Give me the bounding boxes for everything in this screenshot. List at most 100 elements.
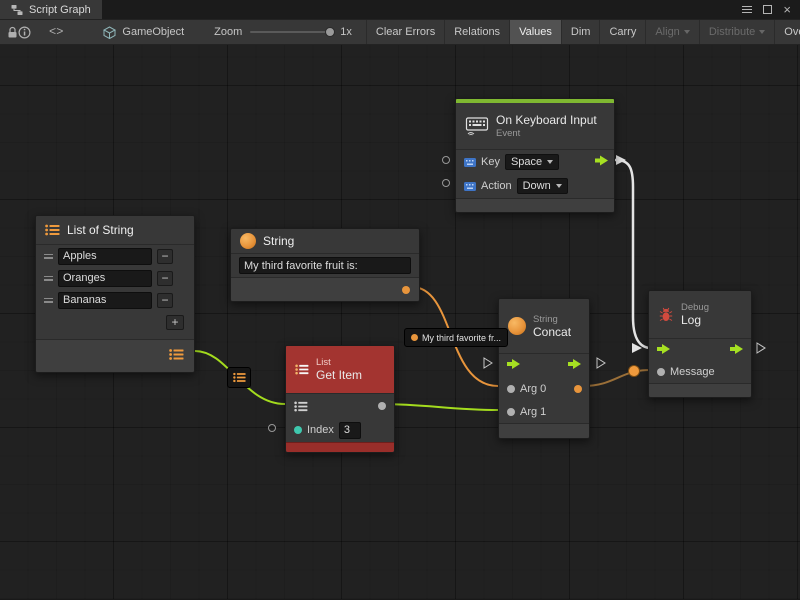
node-get-item[interactable]: List Get Item Index xyxy=(285,345,395,453)
keyboard-action-port[interactable] xyxy=(442,179,450,187)
list-output-port[interactable] xyxy=(169,349,184,364)
key-icon xyxy=(464,182,476,191)
hollow-flow-triangle xyxy=(757,343,765,353)
window-controls: × xyxy=(742,0,800,19)
list-item-input[interactable] xyxy=(58,270,152,287)
string-value-dot xyxy=(411,334,418,341)
chevron-down-icon xyxy=(547,160,553,164)
string-type-icon xyxy=(240,233,256,249)
distribute-button[interactable]: Distribute xyxy=(699,20,774,44)
arg0-input-port[interactable] xyxy=(507,385,515,393)
drag-handle-icon[interactable] xyxy=(44,252,53,261)
node-string-literal[interactable]: String xyxy=(230,228,420,302)
info-icon[interactable] xyxy=(18,20,31,44)
tab-title: Script Graph xyxy=(29,4,91,16)
graph-toolbar: <> GameObject Zoom 1x Clear Errors Relat… xyxy=(0,19,800,45)
string-value-preview: My third favorite fr... xyxy=(422,333,501,343)
keyboard-key-port[interactable] xyxy=(442,156,450,164)
graph-canvas[interactable]: On Keyboard Input Event Key Space Action… xyxy=(0,45,800,599)
hollow-flow-triangle xyxy=(484,358,492,368)
arg1-input-port[interactable] xyxy=(507,408,515,416)
gameobject-label: GameObject xyxy=(122,26,184,38)
result-output-port[interactable] xyxy=(574,385,582,393)
message-label: Message xyxy=(670,366,715,378)
item-output-port[interactable] xyxy=(378,402,386,410)
node-on-keyboard-input[interactable]: On Keyboard Input Event Key Space Action… xyxy=(455,98,615,213)
trigger-input-port[interactable] xyxy=(507,359,520,372)
toolbar-buttons: Clear Errors Relations Values Dim Carry … xyxy=(366,20,800,44)
arg1-label: Arg 1 xyxy=(520,406,546,418)
add-item-button[interactable]: + xyxy=(166,315,184,330)
gameobject-cube-icon xyxy=(103,26,116,39)
list-item-input[interactable] xyxy=(58,292,152,309)
dim-button[interactable]: Dim xyxy=(561,20,600,44)
drag-handle-icon[interactable] xyxy=(44,274,53,283)
trigger-output-port[interactable] xyxy=(568,359,581,372)
bug-icon xyxy=(658,307,674,323)
wire-getitem-to-concat-arg1[interactable] xyxy=(380,404,498,410)
node-debug-log[interactable]: Debug Log Message xyxy=(648,290,752,398)
remove-item-button[interactable]: − xyxy=(157,271,173,286)
drag-handle-icon[interactable] xyxy=(44,296,53,305)
chevron-down-icon xyxy=(556,184,562,188)
window-menu-icon[interactable] xyxy=(742,4,752,15)
keyboard-icon xyxy=(465,117,489,136)
align-button[interactable]: Align xyxy=(645,20,698,44)
lock-icon[interactable] xyxy=(7,20,18,44)
list-icon xyxy=(233,372,246,383)
values-button[interactable]: Values xyxy=(509,20,561,44)
value-bubble-string: My third favorite fr... xyxy=(404,328,508,347)
trigger-output-port[interactable] xyxy=(730,344,743,357)
clear-errors-button[interactable]: Clear Errors xyxy=(366,20,444,44)
relations-button[interactable]: Relations xyxy=(444,20,509,44)
string-type-icon xyxy=(508,317,526,335)
zoom-slider-thumb[interactable] xyxy=(325,27,335,37)
string-output-port[interactable] xyxy=(402,286,410,294)
key-row-label: Key xyxy=(481,156,500,168)
index-input-port[interactable] xyxy=(294,426,302,434)
index-input[interactable] xyxy=(339,422,361,439)
action-dropdown[interactable]: Down xyxy=(517,178,568,194)
remove-item-button[interactable]: − xyxy=(157,293,173,308)
index-label: Index xyxy=(307,424,334,436)
node-category: String xyxy=(533,314,571,325)
node-title: String xyxy=(263,234,294,248)
error-footer-bar xyxy=(286,442,394,452)
wire-concat-to-log-message[interactable] xyxy=(583,370,650,386)
trigger-input-port[interactable] xyxy=(657,344,670,357)
flow-arrowhead xyxy=(616,155,626,165)
list-item-input[interactable] xyxy=(58,248,152,265)
node-title: Concat xyxy=(533,325,571,339)
code-icon[interactable]: <> xyxy=(41,25,71,39)
overview-button[interactable]: Overv xyxy=(774,20,800,44)
remove-item-button[interactable]: − xyxy=(157,249,173,264)
zoom-label: Zoom xyxy=(214,26,242,38)
carry-button[interactable]: Carry xyxy=(599,20,645,44)
node-category: Debug xyxy=(681,302,709,313)
node-list-of-string[interactable]: List of String − − − xyxy=(35,215,195,373)
message-input-port[interactable] xyxy=(657,368,665,376)
arg0-label: Arg 0 xyxy=(520,383,546,395)
node-subtitle: Event xyxy=(496,128,597,139)
chevron-down-icon xyxy=(759,30,765,34)
zoom-slider[interactable] xyxy=(250,31,332,33)
list-icon xyxy=(45,224,60,236)
titlebar: Script Graph × xyxy=(0,0,800,19)
list-input-port[interactable] xyxy=(294,401,308,412)
string-value-input[interactable] xyxy=(239,257,411,274)
zoom-value: 1x xyxy=(340,26,352,38)
trigger-output-port[interactable] xyxy=(595,156,608,169)
close-icon[interactable]: × xyxy=(783,3,791,16)
node-title: Get Item xyxy=(316,368,362,382)
node-concat[interactable]: String Concat Arg 0 Arg 1 xyxy=(498,298,590,439)
maximize-icon[interactable] xyxy=(763,5,772,14)
node-title: On Keyboard Input xyxy=(496,113,597,127)
zoom-control: Zoom 1x xyxy=(214,26,352,38)
tab-script-graph[interactable]: Script Graph xyxy=(0,0,102,19)
getitem-index-port[interactable] xyxy=(268,424,276,432)
key-dropdown[interactable]: Space xyxy=(505,154,559,170)
script-graph-window: Script Graph × <> GameObject Zoom 1x Cle… xyxy=(0,0,800,600)
node-category: List xyxy=(316,357,362,368)
hollow-flow-triangle xyxy=(597,358,605,368)
gameobject-reference[interactable]: GameObject xyxy=(103,26,184,39)
